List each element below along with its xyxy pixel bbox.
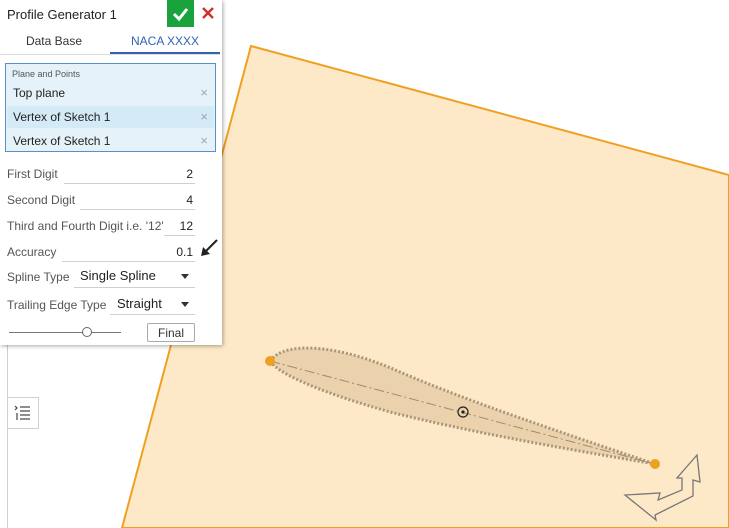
selection-item[interactable]: Vertex of Sketch 1 ×	[7, 130, 214, 152]
tab-bar: Data Base NACA XXXX	[0, 30, 220, 55]
spline-type-label: Spline Type	[7, 270, 70, 284]
second-digit-input[interactable]: 4	[150, 193, 193, 207]
accuracy-underline	[62, 261, 195, 262]
third-fourth-digit-underline	[164, 235, 195, 236]
leading-edge-point[interactable]	[265, 356, 275, 366]
remove-selection-icon[interactable]: ×	[200, 106, 208, 128]
selection-item-label: Vertex of Sketch 1	[13, 134, 111, 148]
slider-track[interactable]	[9, 332, 121, 333]
second-digit-underline	[80, 209, 195, 210]
side-strip	[7, 345, 8, 528]
selection-label: Plane and Points	[12, 69, 81, 79]
third-fourth-digit-label: Third and Fourth Digit i.e. '12'	[7, 219, 164, 233]
first-digit-input[interactable]: 2	[150, 167, 193, 181]
cancel-button[interactable]	[196, 0, 220, 27]
confirm-button[interactable]	[167, 0, 194, 27]
trailing-edge-type-underline	[110, 314, 195, 315]
selection-item-label: Top plane	[13, 86, 66, 100]
first-digit-label: First Digit	[7, 167, 58, 181]
plane-and-points-selection[interactable]: Plane and Points Top plane × Vertex of S…	[5, 63, 216, 152]
selection-item[interactable]: Vertex of Sketch 1 ×	[7, 106, 214, 128]
selection-item-label: Vertex of Sketch 1	[13, 110, 111, 124]
tab-naca-xxxx[interactable]: NACA XXXX	[110, 30, 220, 54]
remove-selection-icon[interactable]: ×	[200, 82, 208, 104]
dialog-title: Profile Generator 1	[7, 7, 117, 22]
list-icon[interactable]	[7, 397, 39, 429]
trailing-edge-type-value: Straight	[117, 296, 162, 311]
close-icon	[202, 7, 214, 19]
first-digit-underline	[64, 183, 195, 184]
tab-data-base[interactable]: Data Base	[6, 30, 102, 52]
slider-thumb[interactable]	[82, 327, 93, 337]
cursor-arrow-icon	[201, 239, 218, 256]
second-digit-label: Second Digit	[7, 193, 76, 207]
spline-type-value: Single Spline	[80, 268, 156, 283]
selection-item[interactable]: Top plane ×	[7, 82, 214, 104]
chevron-down-icon	[181, 302, 189, 307]
check-icon	[172, 8, 189, 22]
final-button[interactable]: Final	[147, 323, 195, 342]
trailing-edge-type-label: Trailing Edge Type	[7, 298, 107, 312]
third-fourth-digit-input[interactable]: 12	[164, 219, 193, 233]
trailing-edge-point[interactable]	[650, 459, 660, 469]
chevron-down-icon	[181, 274, 189, 279]
feature-dialog: Profile Generator 1 Data Base NACA XXXX …	[0, 0, 222, 345]
accuracy-label: Accuracy	[7, 245, 57, 259]
spline-type-underline	[74, 287, 195, 288]
accuracy-input[interactable]: 0.1	[150, 245, 193, 259]
dialog-titlebar: Profile Generator 1	[0, 0, 222, 29]
remove-selection-icon[interactable]: ×	[200, 130, 208, 152]
